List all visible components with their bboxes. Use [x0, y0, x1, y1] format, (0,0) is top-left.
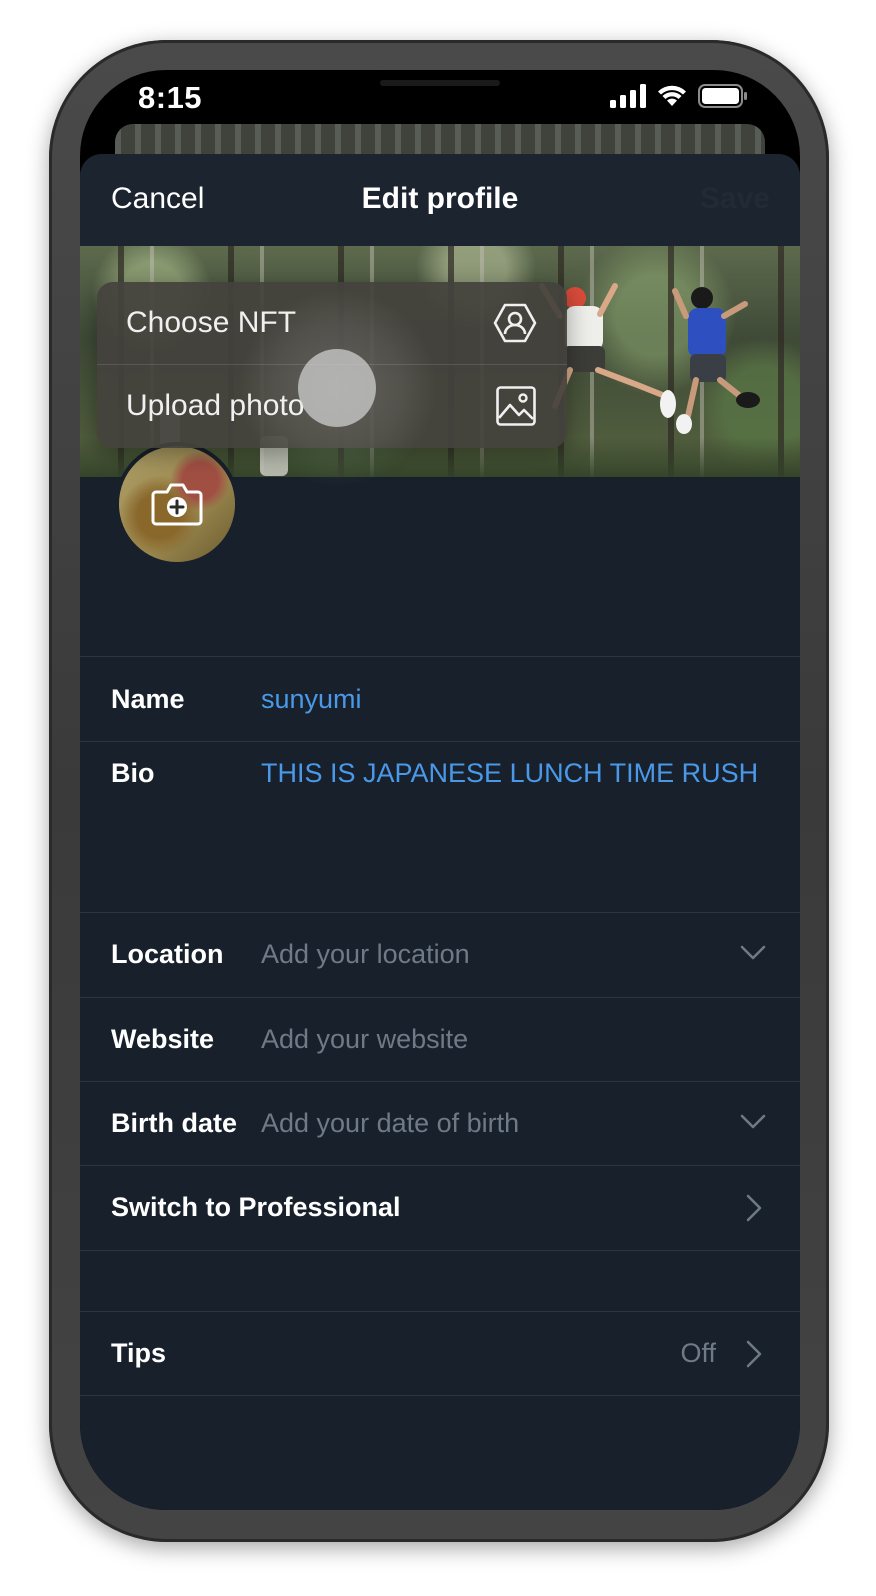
chevron-down-icon[interactable]	[740, 945, 766, 961]
bio-label: Bio	[111, 758, 155, 788]
image-icon	[496, 386, 536, 426]
chevron-right-icon[interactable]	[746, 1194, 762, 1222]
bio-field[interactable]: THIS IS JAPANESE LUNCH TIME RUSH	[261, 758, 758, 789]
divider	[80, 1081, 800, 1082]
website-field[interactable]: Add your website	[261, 1024, 468, 1055]
status-icons	[610, 84, 748, 108]
divider	[80, 1395, 800, 1396]
notch	[320, 70, 560, 114]
birth-date-label: Birth date	[111, 1108, 238, 1138]
page-title: Edit profile	[361, 182, 519, 215]
nft-hexagon-icon	[493, 303, 537, 343]
chevron-down-icon[interactable]	[740, 1114, 766, 1130]
divider	[80, 1250, 800, 1251]
battery-icon	[698, 84, 747, 108]
status-time: 8:15	[138, 80, 203, 115]
edit-profile-sheet: Cancel Edit profile Save Name sunyumi Bi…	[80, 154, 800, 1510]
divider	[80, 912, 800, 913]
divider	[80, 741, 800, 742]
name-field[interactable]: sunyumi	[261, 684, 362, 715]
save-button[interactable]: Save	[700, 182, 770, 216]
avatar[interactable]	[115, 442, 239, 566]
location-field[interactable]: Add your location	[261, 939, 470, 970]
divider	[80, 1311, 800, 1312]
divider	[80, 997, 800, 998]
name-label: Name	[111, 684, 185, 714]
speaker	[380, 80, 500, 86]
touch-indicator	[298, 349, 376, 427]
wifi-icon	[658, 85, 686, 106]
location-label: Location	[111, 939, 224, 969]
switch-to-professional-button[interactable]: Switch to Professional	[111, 1192, 401, 1223]
divider	[80, 656, 800, 657]
divider	[80, 1165, 800, 1166]
chevron-right-icon[interactable]	[746, 1340, 762, 1368]
tips-label[interactable]: Tips	[111, 1338, 166, 1369]
nav-bar: Cancel Edit profile Save	[80, 154, 800, 246]
phone-screen: 8:15 Cancel Edit profile Save Name sunyu…	[80, 70, 800, 1510]
cellular-signal-icon	[610, 84, 646, 108]
camera-plus-icon[interactable]	[150, 478, 204, 528]
website-label: Website	[111, 1024, 215, 1054]
tips-status: Off	[680, 1338, 716, 1368]
birth-date-field[interactable]: Add your date of birth	[261, 1108, 519, 1139]
